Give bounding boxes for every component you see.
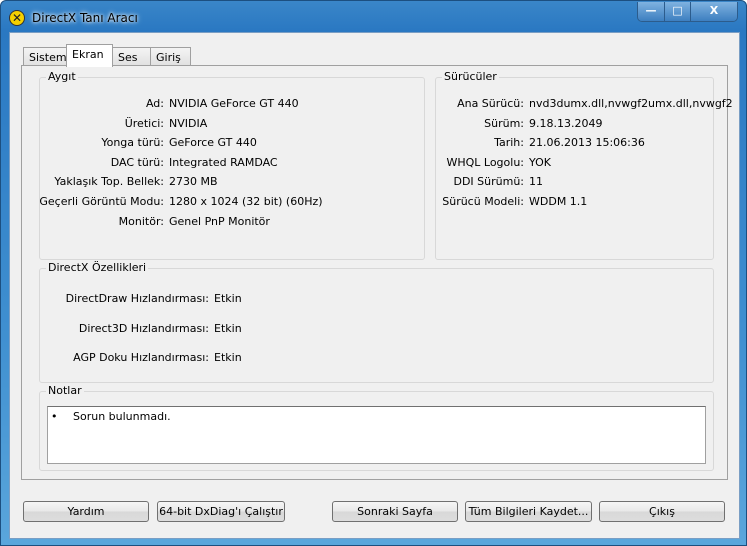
directx-features-group: DirectX Özellikleri DirectDraw Hızlandır… <box>39 261 714 383</box>
device-label: Yaklaşık Top. Bellek: <box>54 175 164 189</box>
device-label: Ad: <box>145 97 164 110</box>
device-value: Genel PnP Monitör <box>169 214 270 228</box>
features-value: Etkin <box>214 351 242 364</box>
device-value: 1280 x 1024 (32 bit) (60Hz) <box>169 195 323 208</box>
device-value: NVIDIA GeForce GT 440 <box>169 97 299 110</box>
tab-sistem[interactable]: Sistem <box>23 47 67 66</box>
device-value: GeForce GT 440 <box>169 136 257 150</box>
tab-panel: Aygıt Ad: NVIDIA GeForce GT 440 Üretici: NV… <box>21 65 733 480</box>
run-64bit-dxdiag-button[interactable]: 64-bit DxDiag'ı Çalıştır <box>157 501 285 522</box>
features-label: AGP Doku Hızlandırması: <box>73 351 209 364</box>
features-legend: DirectX Özellikleri <box>46 261 149 274</box>
drivers-label: Sürüm: <box>484 116 524 130</box>
features-value: Etkin <box>214 292 242 305</box>
device-label: Üretici: <box>124 116 164 130</box>
device-value: 2730 MB <box>169 175 218 189</box>
device-value: NVIDIA <box>169 116 208 130</box>
close-button[interactable]: X <box>690 2 737 21</box>
notes-textarea[interactable]: • Sorun bulunmadı. <box>47 406 706 464</box>
tab-ses[interactable]: Ses <box>112 47 151 66</box>
tab-giris[interactable]: Giriş <box>150 47 191 66</box>
device-label: Geçerli Görüntü Modu: <box>39 195 164 208</box>
notes-group: Notlar • Sorun bulunmadı. <box>39 384 714 471</box>
window-title: DirectX Tanı Aracı <box>32 11 138 25</box>
drivers-group: Sürücüler Ana Sürücü: nvd3dumx.dll,nvwgf2… <box>435 70 733 260</box>
bullet-icon: • <box>51 410 58 423</box>
maximize-button[interactable]: □ <box>664 2 690 21</box>
device-label: DAC türü: <box>110 155 164 169</box>
dxdiag-window: ✕ DirectX Tanı Aracı — □ X Sistem Ekran … <box>0 0 747 546</box>
device-legend: Aygıt <box>46 70 78 83</box>
drivers-value: 21.06.2013 15:06:36 <box>529 136 645 150</box>
note-item: Sorun bulunmadı. <box>73 410 171 423</box>
drivers-label: DDI Sürümü: <box>453 175 524 189</box>
drivers-label: Sürücü Modeli: <box>442 195 524 208</box>
title-bar[interactable]: ✕ DirectX Tanı Aracı — □ X <box>1 1 746 33</box>
client-area: Sistem Ekran Ses Giriş Aygıt Ad: NVIDIA G… <box>9 32 740 539</box>
drivers-value: WDDM 1.1 <box>529 195 588 208</box>
drivers-label: WHQL Logolu: <box>446 155 524 169</box>
drivers-value: nvd3dumx.dll,nvwgf2umx.dll,nvwgf2 <box>529 97 733 110</box>
drivers-legend: Sürücüler <box>442 70 499 83</box>
device-label: Monitör: <box>118 214 164 228</box>
drivers-label: Ana Sürücü: <box>457 97 524 110</box>
help-button[interactable]: Yardım <box>23 501 149 522</box>
features-value: Etkin <box>214 321 242 335</box>
tab-ekran[interactable]: Ekran <box>66 44 113 67</box>
device-label: Yonga türü: <box>101 136 164 150</box>
minimize-button[interactable]: — <box>638 2 664 21</box>
drivers-label: Tarih: <box>494 136 524 150</box>
drivers-value: YOK <box>529 155 551 169</box>
device-value: Integrated RAMDAC <box>169 155 278 169</box>
next-page-button[interactable]: Sonraki Sayfa <box>332 501 458 522</box>
device-group: Aygıt Ad: NVIDIA GeForce GT 440 Üretici: NV… <box>39 70 425 260</box>
directx-icon: ✕ <box>9 10 25 26</box>
drivers-value: 11 <box>529 175 543 189</box>
drivers-value: 9.18.13.2049 <box>529 116 603 130</box>
features-label: DirectDraw Hızlandırması: <box>65 292 209 305</box>
notes-legend: Notlar <box>46 384 84 397</box>
exit-button[interactable]: Çıkış <box>599 501 725 522</box>
save-all-info-button[interactable]: Tüm Bilgileri Kaydet... <box>465 501 592 522</box>
features-label: Direct3D Hızlandırması: <box>78 321 209 335</box>
